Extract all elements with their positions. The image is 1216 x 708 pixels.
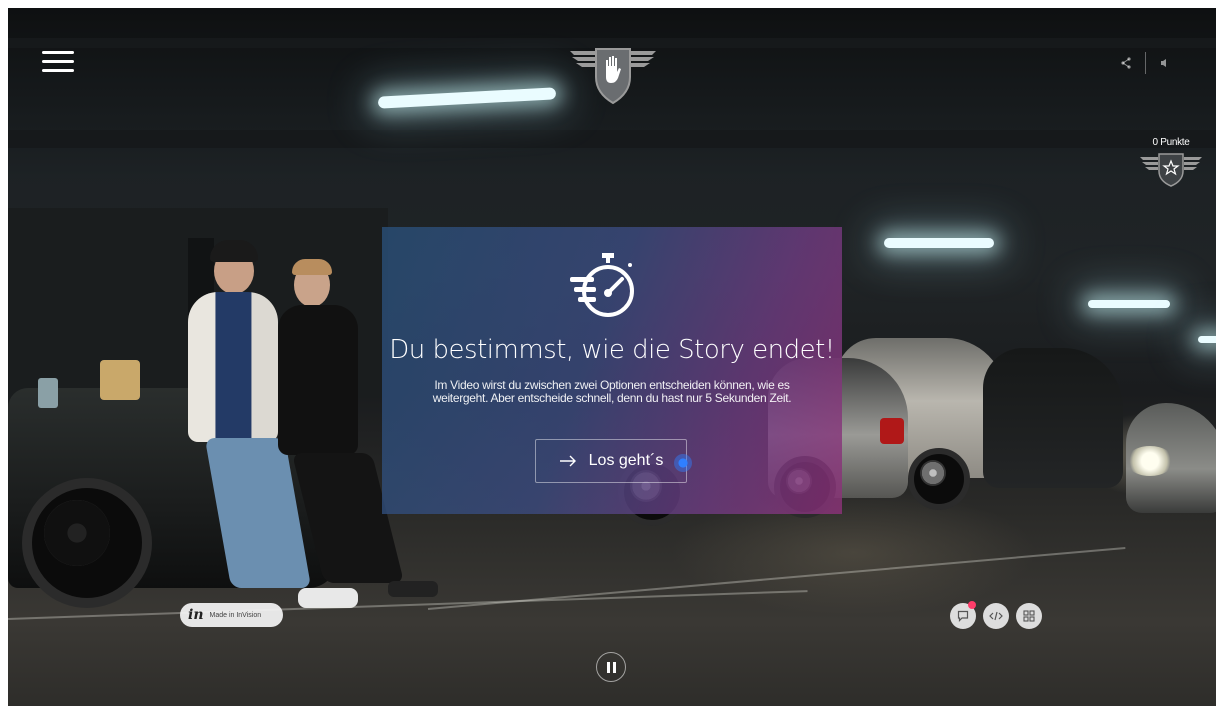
modal-description: Im Video wirst du zwischen zwei Optionen… [432,378,792,405]
ceiling-beam [8,130,1216,148]
ceiling-lamp [884,238,994,248]
intro-modal: Du bestimmst, wie die Story endet! Im Vi… [382,227,842,514]
comment-icon [957,610,969,622]
modal-title: Du bestimmst, wie die Story endet! [389,335,835,365]
comment-button[interactable] [950,601,976,629]
made-in-invision-badge[interactable]: in Made in InVision [180,603,283,627]
invision-logo: in [188,607,204,623]
prototype-toolbar [950,601,1042,629]
wheel [908,448,970,510]
invision-label: Made in InVision [209,611,262,619]
score-label: 0 Punkte [1152,137,1190,148]
notification-dot [968,601,976,609]
ceiling-lamp [1198,336,1216,343]
parked-car-dark [983,348,1123,488]
arrow-right-icon [559,455,576,467]
mouse-cursor [674,454,692,472]
pause-button[interactable] [596,652,626,682]
wheel [22,478,152,608]
screens-grid-button[interactable] [1016,603,1042,629]
speaker-icon[interactable] [1158,56,1172,70]
hamburger-menu-icon[interactable] [42,51,74,73]
person-right [278,259,438,597]
start-button-label: Los geht´s [588,452,664,469]
star-badge-icon [1140,153,1202,187]
top-right-controls [1119,52,1172,74]
divider [1145,52,1146,74]
can [38,378,58,408]
start-button[interactable]: Los geht´s [535,439,687,483]
grid-icon [1023,610,1035,622]
score-display: 0 Punkte [1138,137,1204,187]
ceiling-lamp [1088,300,1170,308]
tail-light [880,418,904,444]
floor-marking [427,546,1126,610]
code-icon [989,611,1003,621]
hand-shield-logo-icon [570,48,656,105]
share-icon[interactable] [1119,56,1133,70]
headlight [1126,446,1174,476]
code-button[interactable] [983,603,1009,629]
stopwatch-speed-icon [570,253,634,317]
pause-icon [605,661,617,673]
paper-bag [100,360,140,400]
person-left [178,240,358,608]
